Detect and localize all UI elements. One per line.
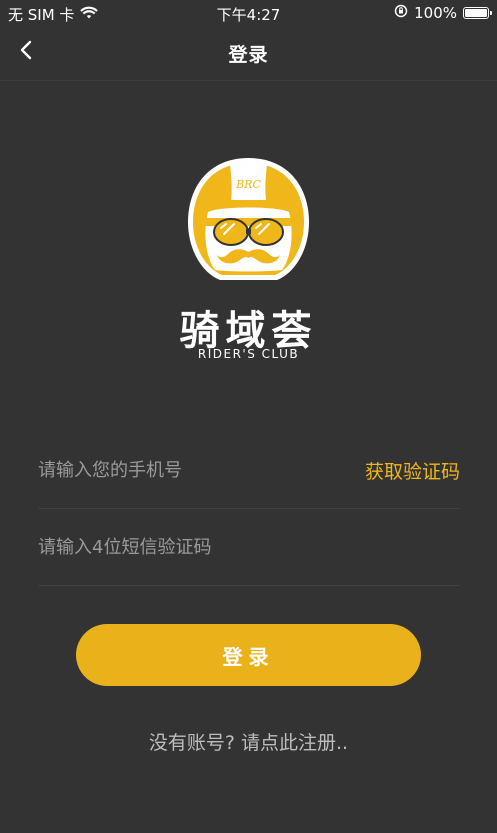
svg-text:BRC: BRC (235, 178, 261, 191)
register-link[interactable]: 没有账号? 请点此注册.. (0, 728, 497, 755)
status-bar: 无 SIM 卡 下午4:27 100% (0, 0, 497, 26)
battery-percent: 100% (414, 4, 457, 22)
phone-input[interactable] (38, 450, 365, 490)
get-code-button[interactable]: 获取验证码 (365, 457, 460, 484)
battery-fill (465, 9, 487, 17)
helmet-icon: BRC (188, 158, 309, 280)
login-screen: 无 SIM 卡 下午4:27 100% 登录 BRC 骑域荟 RIDER'S C… (0, 0, 497, 833)
brand-name-en: RIDER'S CLUB (197, 347, 300, 361)
sms-code-input[interactable] (38, 527, 460, 567)
login-form: 获取验证码 (38, 432, 460, 586)
code-row (38, 509, 460, 586)
nav-bar: 登录 (0, 26, 497, 81)
status-right: 100% (394, 4, 492, 22)
login-button[interactable]: 登录 (76, 624, 421, 686)
orientation-lock-icon (394, 4, 408, 22)
phone-row: 获取验证码 (38, 432, 460, 509)
battery-icon (463, 7, 492, 19)
brand-logo: BRC 骑域荟 RIDER'S CLUB (168, 152, 329, 367)
page-title: 登录 (228, 44, 269, 66)
